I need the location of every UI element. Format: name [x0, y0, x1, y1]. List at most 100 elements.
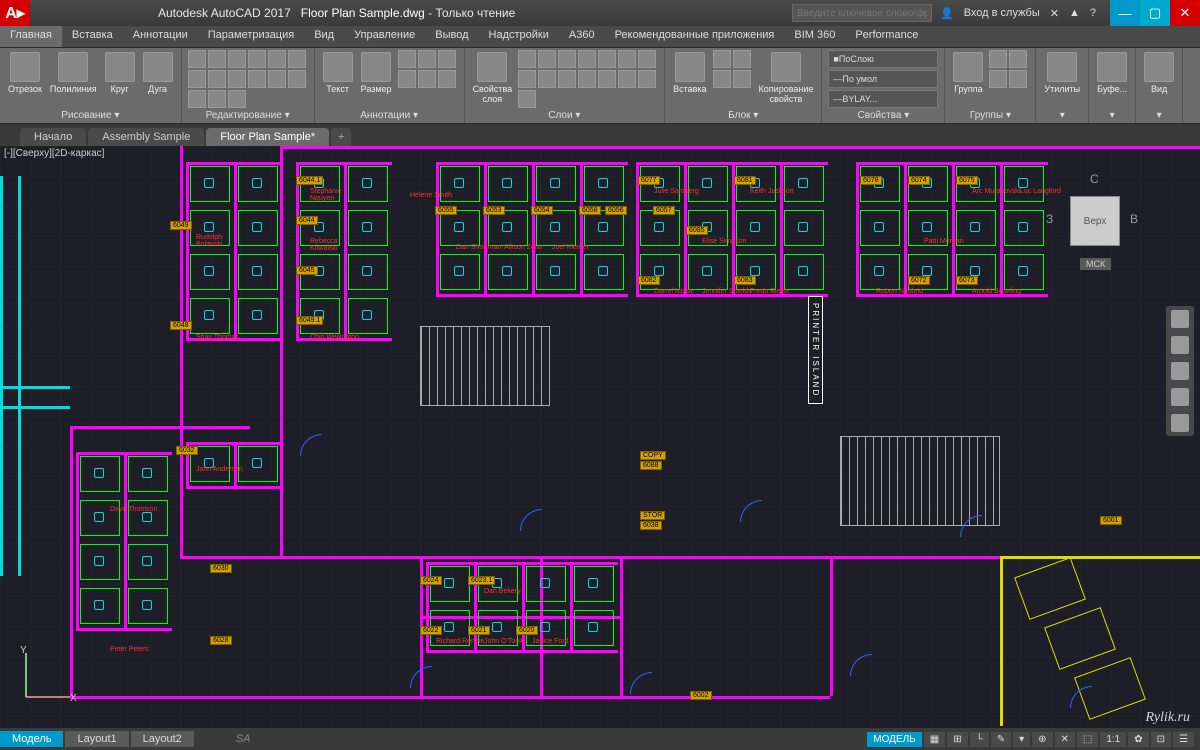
status-toggle[interactable]: 1:1	[1100, 732, 1126, 747]
ribbon-small-icon[interactable]	[713, 70, 731, 88]
ribbon-small-icon[interactable]	[638, 50, 656, 68]
document-tab[interactable]: Assembly Sample	[88, 128, 204, 146]
minimize-button[interactable]: —	[1110, 0, 1140, 26]
qat-redo-icon[interactable]	[98, 6, 112, 20]
ribbon-small-icon[interactable]	[418, 70, 436, 88]
ribbon-small-icon[interactable]	[638, 70, 656, 88]
ribbon-small-icon[interactable]	[188, 50, 206, 68]
drawing-canvas[interactable]: [-][Сверху][2D-каркас] 60496044.16044604…	[0, 146, 1200, 728]
ribbon-small-icon[interactable]	[618, 50, 636, 68]
ribbon-small-icon[interactable]	[518, 70, 536, 88]
tool-text[interactable]: Текст	[321, 50, 355, 96]
lineweight-combo[interactable]: — По умол	[828, 70, 938, 88]
ribbon-small-icon[interactable]	[288, 50, 306, 68]
ribbon-tab[interactable]: Вставка	[62, 26, 123, 47]
linetype-combo[interactable]: — BYLAY...	[828, 90, 938, 108]
tool-utilities[interactable]: Утилиты	[1042, 50, 1082, 96]
group-label-layers[interactable]: Слои ▾	[471, 108, 659, 121]
ribbon-tab[interactable]: Надстройки	[479, 26, 559, 47]
ribbon-small-icon[interactable]	[268, 70, 286, 88]
layout-tab[interactable]: Модель	[0, 731, 63, 747]
ribbon-small-icon[interactable]	[438, 50, 456, 68]
ribbon-small-icon[interactable]	[438, 70, 456, 88]
ribbon-small-icon[interactable]	[713, 50, 731, 68]
ribbon-tab[interactable]: Аннотации	[123, 26, 198, 47]
ribbon-small-icon[interactable]	[208, 90, 226, 108]
tool-круг[interactable]: Круг	[103, 50, 137, 96]
command-line[interactable]: SA	[236, 733, 251, 745]
tool-view[interactable]: Вид	[1142, 50, 1176, 96]
ribbon-small-icon[interactable]	[188, 90, 206, 108]
status-toggle[interactable]: ✿	[1128, 732, 1148, 747]
qat-print-icon[interactable]	[118, 6, 132, 20]
ribbon-small-icon[interactable]	[1009, 50, 1027, 68]
qat-open-icon[interactable]	[38, 6, 52, 20]
help-search[interactable]	[792, 4, 932, 22]
ribbon-small-icon[interactable]	[518, 50, 536, 68]
close-button[interactable]: ✕	[1170, 0, 1200, 26]
nav-showmotion-icon[interactable]	[1171, 414, 1189, 432]
exchange-icon[interactable]: ✕	[1050, 7, 1059, 20]
ribbon-small-icon[interactable]	[398, 50, 416, 68]
ribbon-small-icon[interactable]	[538, 70, 556, 88]
nav-pan-icon[interactable]	[1171, 336, 1189, 354]
qat-undo-icon[interactable]	[78, 6, 92, 20]
viewcube-east[interactable]: В	[1130, 212, 1138, 226]
group-label-groups[interactable]: Группы ▾	[951, 108, 1029, 121]
tool-layer-properties[interactable]: Свойства слоя	[471, 50, 515, 106]
ribbon-small-icon[interactable]	[618, 70, 636, 88]
tool-dimension[interactable]: Размер	[359, 50, 394, 96]
signin-label[interactable]: Вход в службы	[964, 7, 1040, 19]
status-toggle[interactable]: ⊡	[1151, 732, 1171, 747]
ribbon-tab[interactable]: Вид	[304, 26, 344, 47]
tool-insert[interactable]: Вставка	[671, 50, 708, 96]
nav-zoom-icon[interactable]	[1171, 362, 1189, 380]
ribbon-small-icon[interactable]	[208, 70, 226, 88]
ribbon-small-icon[interactable]	[1009, 70, 1027, 88]
ribbon-small-icon[interactable]	[989, 70, 1007, 88]
ribbon-small-icon[interactable]	[558, 70, 576, 88]
ribbon-small-icon[interactable]	[398, 70, 416, 88]
signin-icon[interactable]: 👤	[940, 7, 954, 20]
ribbon-small-icon[interactable]	[733, 70, 751, 88]
ribbon-small-icon[interactable]	[598, 50, 616, 68]
group-label-props[interactable]: Свойства ▾	[828, 108, 938, 121]
nav-orbit-icon[interactable]	[1171, 388, 1189, 406]
tool-match-properties[interactable]: Копирование свойств	[757, 50, 816, 106]
document-tab[interactable]: Начало	[20, 128, 86, 146]
ribbon-small-icon[interactable]	[989, 50, 1007, 68]
viewcube-west[interactable]: З	[1046, 212, 1053, 226]
ribbon-small-icon[interactable]	[248, 70, 266, 88]
qat-save-icon[interactable]	[58, 6, 72, 20]
status-toggle[interactable]: ✕	[1055, 732, 1075, 747]
new-tab-button[interactable]: +	[331, 128, 351, 146]
a360-icon[interactable]: ▲	[1069, 7, 1080, 19]
ribbon-small-icon[interactable]	[188, 70, 206, 88]
viewcube-wcs[interactable]: МСК	[1080, 258, 1111, 270]
ribbon-small-icon[interactable]	[248, 50, 266, 68]
group-label-draw[interactable]: Рисование ▾	[6, 108, 175, 121]
ribbon-tab[interactable]: Рекомендованные приложения	[605, 26, 785, 47]
group-label-block[interactable]: Блок ▾	[671, 108, 815, 121]
ribbon-tab[interactable]: Параметризация	[198, 26, 304, 47]
ribbon-tab[interactable]: BIM 360	[784, 26, 845, 47]
status-toggle[interactable]: ▾	[1013, 732, 1030, 747]
layout-tab[interactable]: Layout1	[65, 731, 128, 747]
layout-tab[interactable]: Layout2	[131, 731, 194, 747]
status-toggle[interactable]: ⊕	[1032, 732, 1052, 747]
ribbon-small-icon[interactable]	[228, 50, 246, 68]
ribbon-small-icon[interactable]	[268, 50, 286, 68]
app-logo[interactable]: A▸	[0, 0, 30, 26]
tool-group[interactable]: Группа	[951, 50, 985, 96]
viewport-label[interactable]: [-][Сверху][2D-каркас]	[4, 148, 104, 159]
tool-полилиния[interactable]: Полилиния	[48, 50, 99, 96]
ribbon-small-icon[interactable]	[538, 50, 556, 68]
ribbon-small-icon[interactable]	[288, 70, 306, 88]
ribbon-small-icon[interactable]	[208, 50, 226, 68]
ribbon-small-icon[interactable]	[518, 90, 536, 108]
search-input[interactable]	[792, 4, 932, 22]
status-toggle[interactable]: ⬚	[1077, 732, 1098, 747]
ribbon-tab[interactable]: Главная	[0, 26, 62, 47]
ribbon-small-icon[interactable]	[578, 50, 596, 68]
status-toggle[interactable]: ✎	[991, 732, 1011, 747]
